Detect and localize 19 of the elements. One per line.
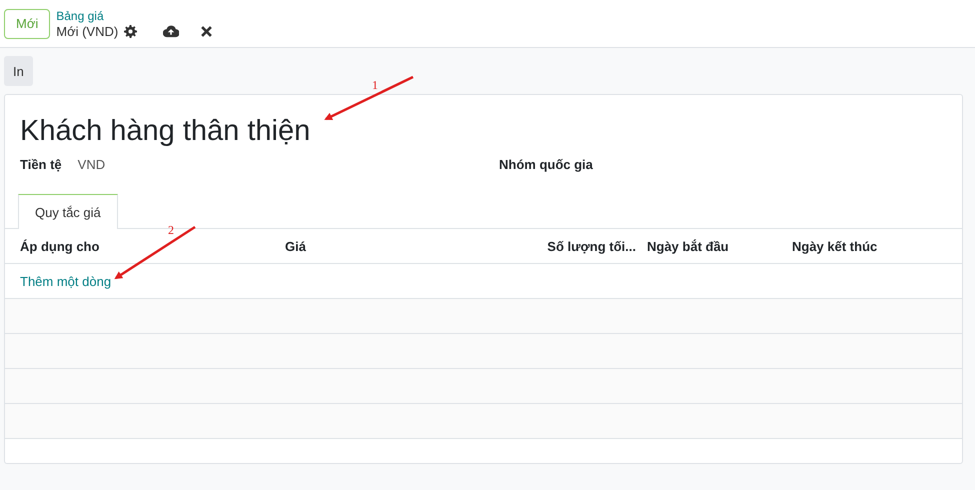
pricelist-name: Khách hàng thân thiện — [20, 114, 310, 149]
add-line-link[interactable]: Thêm một dòng — [20, 274, 285, 288]
print-button[interactable]: In — [4, 56, 33, 86]
annotation-number: 1 — [372, 78, 378, 93]
record-name: Mới (VND) — [56, 24, 118, 38]
column-header[interactable]: Số lượng tối... — [535, 238, 647, 254]
annotation-number: 2 — [168, 223, 174, 238]
close-icon[interactable] — [201, 26, 212, 36]
column-header[interactable]: Áp dụng cho — [20, 238, 285, 254]
field-label: Nhóm quốc gia — [499, 157, 593, 172]
cloud-upload-icon[interactable] — [163, 24, 180, 38]
column-header[interactable]: Ngày bắt đầu — [647, 238, 792, 254]
field-label: Tiền tệ — [20, 157, 62, 172]
tab[interactable]: Quy tắc giá — [18, 194, 118, 229]
column-header[interactable]: Giá — [285, 238, 535, 254]
field-value[interactable]: VND — [78, 157, 106, 172]
column-header[interactable]: Ngày kết thúc — [792, 238, 947, 254]
breadcrumb-link[interactable]: Bảng giá — [56, 8, 212, 24]
gear-icon[interactable] — [124, 24, 138, 38]
